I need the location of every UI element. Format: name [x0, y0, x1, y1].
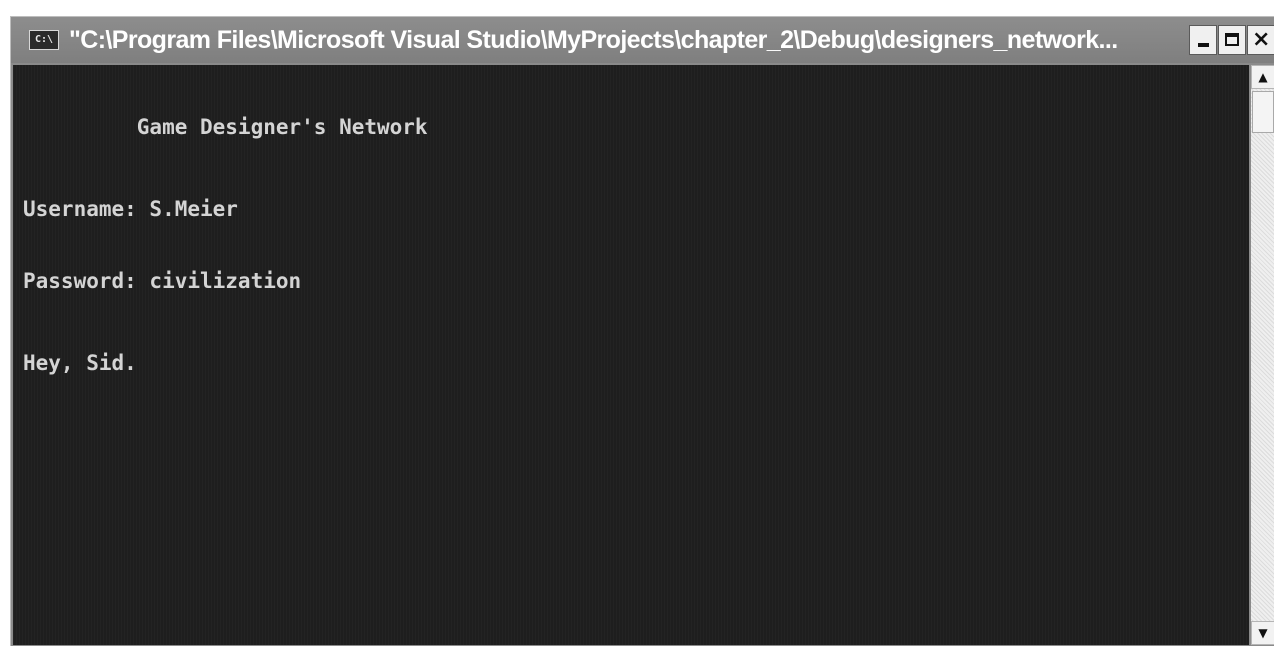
minimize-button[interactable] — [1189, 25, 1217, 55]
scroll-down-arrow-icon[interactable]: ▼ — [1251, 621, 1274, 645]
console-heading: Game Designer's Network — [23, 115, 428, 139]
password-line: Password: civilization — [23, 269, 302, 293]
window-title: "C:\Program Files\Microsoft Visual Studi… — [69, 26, 1118, 54]
greeting-line: Hey, Sid. — [23, 351, 137, 375]
username-line: Username: S.Meier — [23, 197, 238, 221]
console-app-icon[interactable]: C:\ — [29, 30, 59, 50]
maximize-icon — [1225, 33, 1239, 46]
minimize-icon — [1198, 43, 1209, 47]
title-bar[interactable]: C:\ "C:\Program Files\Microsoft Visual S… — [11, 17, 1274, 63]
scroll-thumb[interactable] — [1252, 91, 1274, 133]
console-text: Game Designer's Network Username: S.Meie… — [23, 67, 428, 423]
console-output-area[interactable]: Game Designer's Network Username: S.Meie… — [13, 65, 1249, 645]
vertical-scrollbar[interactable]: ▲ ▼ — [1251, 65, 1274, 645]
close-icon: × — [1252, 27, 1271, 52]
maximize-button[interactable] — [1218, 25, 1246, 55]
console-window: C:\ "C:\Program Files\Microsoft Visual S… — [10, 16, 1274, 646]
close-button[interactable]: × — [1247, 25, 1274, 55]
scroll-up-arrow-icon[interactable]: ▲ — [1251, 65, 1274, 89]
